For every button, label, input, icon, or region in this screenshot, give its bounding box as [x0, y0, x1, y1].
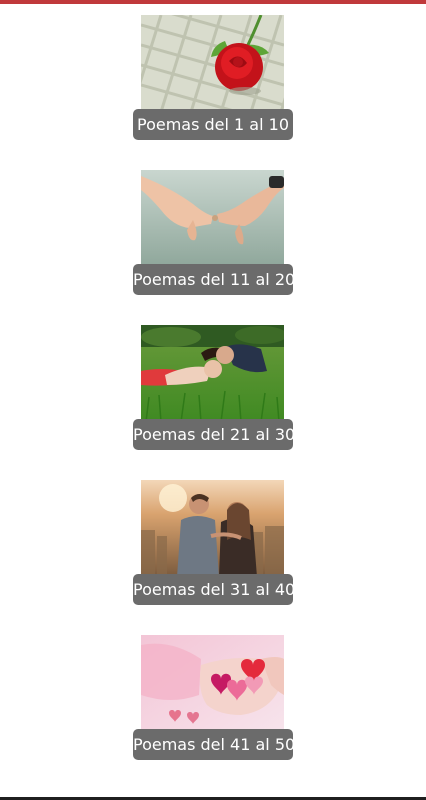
section-item-31-40[interactable]: Poemas del 31 al 40 [0, 480, 426, 610]
section-label[interactable]: Poemas del 41 al 50 [133, 729, 295, 760]
hearts-image[interactable] [141, 635, 284, 732]
section-label[interactable]: Poemas del 1 al 10 [133, 109, 293, 140]
couple-city-image[interactable] [141, 480, 284, 577]
section-label[interactable]: Poemas del 11 al 20 [133, 264, 295, 295]
section-item-41-50[interactable]: Poemas del 41 al 50 [0, 635, 426, 765]
couple-grass-image[interactable] [141, 325, 284, 422]
section-label[interactable]: Poemas del 31 al 40 [133, 574, 295, 605]
section-item-11-20[interactable]: Poemas del 11 al 20 [0, 170, 426, 300]
section-label[interactable]: Poemas del 21 al 30 [133, 419, 295, 450]
pinky-fingers-image[interactable] [141, 170, 284, 267]
section-item-1-10[interactable]: Poemas del 1 al 10 [0, 15, 426, 145]
poem-section-list: Poemas del 1 al 10 Poemas del 11 al 20 P… [0, 0, 426, 800]
rose-image[interactable] [141, 15, 284, 112]
section-item-21-30[interactable]: Poemas del 21 al 30 [0, 325, 426, 455]
